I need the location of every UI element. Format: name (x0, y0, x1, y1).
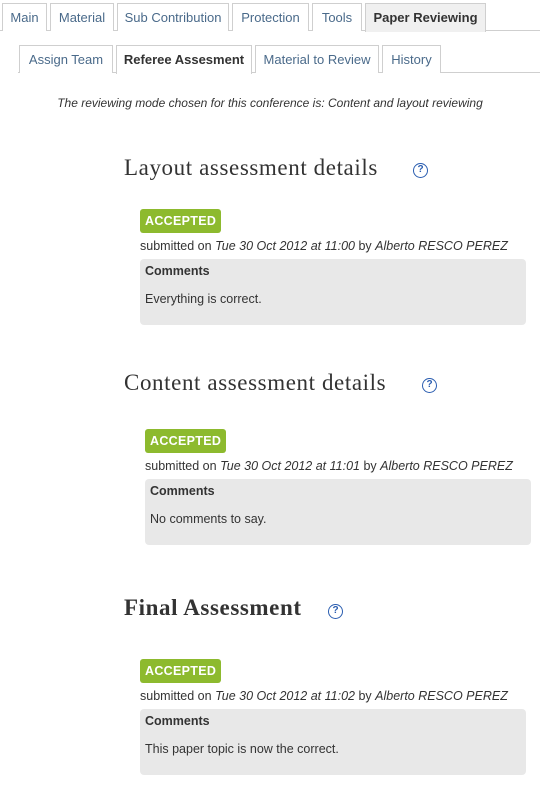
submission-info: submitted on Tue 30 Oct 2012 at 11:00 by… (140, 239, 508, 253)
tab-tools[interactable]: Tools (312, 3, 362, 31)
submission-date: Tue 30 Oct 2012 at 11:00 (215, 239, 355, 253)
tab-protection[interactable]: Protection (232, 3, 309, 31)
tab-material[interactable]: Material (50, 3, 114, 31)
submitted-prefix: submitted on (140, 689, 212, 703)
comment-box: Comments Everything is correct. (140, 259, 526, 325)
subtab-history[interactable]: History (382, 45, 441, 73)
main-tab-bar: Main Material Sub Contribution Protectio… (0, 3, 540, 32)
author-name: Alberto RESCO PEREZ (380, 459, 513, 473)
by-label: by (363, 459, 377, 473)
tab-sub-contribution[interactable]: Sub Contribution (117, 3, 229, 31)
comment-box: Comments No comments to say. (145, 479, 531, 545)
help-icon[interactable]: ? (422, 378, 437, 393)
content-assessment-title: Content assessment details (124, 370, 387, 395)
comments-label: Comments (150, 484, 215, 498)
final-assessment-title: Final Assessment (124, 595, 302, 620)
comment-text: Everything is correct. (145, 292, 262, 306)
comments-label: Comments (145, 714, 210, 728)
subtab-referee-assesment[interactable]: Referee Assesment (116, 45, 252, 74)
help-icon[interactable]: ? (328, 604, 343, 619)
subtab-material-to-review[interactable]: Material to Review (255, 45, 379, 73)
author-name: Alberto RESCO PEREZ (375, 689, 508, 703)
subtab-assign-team[interactable]: Assign Team (19, 45, 113, 73)
sub-tab-bar: Assign Team Referee Assesment Material t… (0, 45, 540, 74)
status-badge: ACCEPTED (145, 429, 227, 453)
by-label: by (358, 239, 372, 253)
comments-label: Comments (145, 264, 210, 278)
comment-text: This paper topic is now the correct. (145, 742, 339, 756)
reviewing-mode-note: The reviewing mode chosen for this confe… (57, 96, 483, 110)
comment-text: No comments to say. (150, 512, 267, 526)
status-badge: ACCEPTED (140, 659, 222, 683)
tab-paper-reviewing[interactable]: Paper Reviewing (365, 3, 486, 32)
submission-date: Tue 30 Oct 2012 at 11:01 (220, 459, 360, 473)
by-label: by (358, 689, 372, 703)
comment-box: Comments This paper topic is now the cor… (140, 709, 526, 775)
submission-date: Tue 30 Oct 2012 at 11:02 (215, 689, 355, 703)
author-name: Alberto RESCO PEREZ (375, 239, 508, 253)
layout-assessment-title: Layout assessment details (124, 155, 378, 180)
help-icon[interactable]: ? (413, 163, 428, 178)
tab-main[interactable]: Main (2, 3, 47, 31)
submission-info: submitted on Tue 30 Oct 2012 at 11:02 by… (140, 689, 508, 703)
status-badge: ACCEPTED (140, 209, 222, 233)
submission-info: submitted on Tue 30 Oct 2012 at 11:01 by… (145, 459, 513, 473)
submitted-prefix: submitted on (140, 239, 212, 253)
submitted-prefix: submitted on (145, 459, 217, 473)
